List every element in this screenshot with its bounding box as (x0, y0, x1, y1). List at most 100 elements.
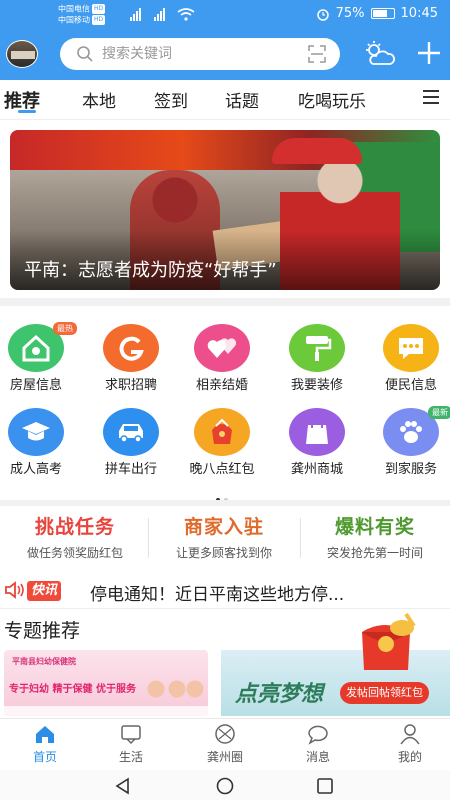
house-icon (22, 334, 50, 362)
nav-messages[interactable]: 消息 (273, 719, 363, 771)
grid-item-info[interactable]: 便民信息 (366, 324, 450, 400)
grid-label: 晚八点红包 (189, 462, 255, 477)
grid-label: 拼车出行 (104, 462, 157, 477)
nav-label: 我的 (397, 750, 422, 764)
grid-item-jobs[interactable]: 求职招聘 (86, 324, 176, 400)
card-image (144, 674, 204, 704)
nav-label: 首页 (32, 750, 57, 764)
weather-icon[interactable] (364, 40, 396, 68)
tab-local[interactable]: 本地 (82, 87, 116, 112)
news-tag: 快讯 (27, 581, 62, 601)
tab-topics[interactable]: 话题 (225, 87, 259, 112)
card-slogan: 专于妇幼 精于保健 优于服务 (9, 684, 136, 695)
promo-subtitle: 让更多顾客找到你 (175, 546, 272, 560)
hot-badge: 最热 (53, 322, 77, 335)
carrier-1: 中国电信 (58, 4, 90, 14)
back-icon[interactable] (114, 777, 132, 795)
add-icon[interactable] (414, 38, 444, 68)
news-headline: 停电通知！近日平南这些地方停... (90, 585, 345, 605)
carrier-info: 中国电信 HD 中国移动 HD (58, 4, 106, 25)
promo-tipoff[interactable]: 爆料有奖 突发抢先第一时间 (300, 512, 450, 564)
nav-label: 龚州圈 (206, 750, 243, 764)
system-nav-bar (0, 770, 450, 800)
profile-icon (400, 724, 420, 745)
nav-home[interactable]: 首页 (0, 719, 90, 771)
news-ticker[interactable]: 快讯 停电通知！近日平南这些地方停... (0, 572, 450, 610)
battery-fill (372, 10, 387, 17)
card-logo: 平南县妇幼保健院 (12, 657, 76, 666)
nav-label: 消息 (305, 750, 330, 764)
top-header: 中国电信 HD 中国移动 HD 75% 10:45 (0, 0, 450, 80)
search-icon (77, 46, 93, 62)
grid-item-adult-exam[interactable]: 成人高考 (0, 408, 81, 484)
category-tabs: 推荐 本地 签到 话题 吃喝玩乐 (0, 80, 450, 120)
promo-title: 商家入驻 (183, 516, 264, 538)
battery-icon (370, 8, 395, 19)
car-icon (119, 424, 143, 443)
alarm-icon (316, 8, 329, 21)
grid-item-carpool[interactable]: 拼车出行 (86, 408, 176, 484)
promo-challenge[interactable]: 挑战任务 做任务领奖励红包 (0, 512, 150, 564)
nav-profile[interactable]: 我的 (365, 719, 450, 771)
section-title: 专题推荐 (4, 620, 81, 642)
grid-item-red-envelope[interactable]: 晚八点红包 (177, 408, 267, 484)
scan-icon[interactable] (308, 45, 326, 63)
topic-card-hospital[interactable]: 平南县妇幼保健院 专于妇幼 精于保健 优于服务 (4, 650, 208, 716)
search-input[interactable] (102, 46, 292, 62)
shopping-bag-icon (306, 417, 328, 444)
grid-icon-bg (289, 408, 345, 456)
circle-icon (215, 724, 235, 744)
grid-label: 求职招聘 (104, 378, 157, 393)
card-footer (4, 706, 208, 716)
grid-item-renovation[interactable]: 我要装修 (272, 324, 362, 400)
grid-item-dating[interactable]: 相亲结婚 (177, 324, 267, 400)
promo-title: 挑战任务 (34, 516, 115, 538)
home-button-icon[interactable] (216, 777, 234, 795)
tab-food-fun[interactable]: 吃喝玩乐 (298, 87, 366, 112)
news-banner[interactable]: 平南：志愿者成为防疫“好帮手” (10, 130, 440, 290)
nav-life[interactable]: 生活 (86, 719, 176, 771)
promo-merchant[interactable]: 商家入驻 让更多顾客找到你 (149, 512, 299, 564)
tab-active-indicator (18, 110, 36, 113)
status-bar: 中国电信 HD 中国移动 HD 75% 10:45 (0, 0, 450, 30)
card-headline: 点亮梦想 (235, 682, 324, 707)
banner-volunteer-cap (272, 138, 362, 164)
hearts-icon (207, 338, 237, 358)
promo-title: 爆料有奖 (334, 516, 415, 538)
grid-icon-bg (383, 324, 439, 372)
paint-roller-icon (306, 336, 332, 361)
battery-percent: 75% (335, 6, 365, 21)
grid-item-housing[interactable]: 房屋信息 最热 (0, 322, 81, 400)
red-packet-icon[interactable] (354, 612, 422, 678)
divider (0, 608, 450, 609)
paw-icon (400, 421, 422, 443)
home-icon (36, 726, 54, 743)
tab-checkin[interactable]: 签到 (154, 87, 188, 112)
grid-icon-bg (194, 408, 250, 456)
network-2: HD (92, 14, 106, 25)
grid-label: 龚州商城 (290, 462, 343, 477)
red-packet-button[interactable]: 发帖回帖领红包 (340, 682, 429, 704)
search-bar[interactable] (60, 38, 340, 70)
grid-icon-bg (8, 408, 64, 456)
avatar[interactable] (6, 40, 38, 68)
grid-label: 成人高考 (9, 462, 62, 477)
menu-icon[interactable] (422, 89, 440, 105)
promo-subtitle: 做任务领奖励红包 (26, 546, 123, 560)
recents-icon[interactable] (316, 777, 334, 795)
divider (0, 500, 450, 506)
nav-circle[interactable]: 龚州圈 (180, 719, 270, 771)
promo-subtitle: 突发抢先第一时间 (326, 546, 423, 560)
grid-label: 相亲结婚 (195, 378, 248, 393)
grid-item-home-service[interactable]: 到家服务 最新 (366, 406, 450, 484)
grid-icon-bg (103, 324, 159, 372)
life-icon (121, 725, 141, 745)
bottom-nav: 首页 生活 龚州圈 消息 我的 (0, 718, 450, 770)
speaker-icon (5, 581, 24, 599)
grid-label: 房屋信息 (9, 378, 62, 393)
nav-label: 生活 (118, 750, 143, 764)
chat-icon (399, 338, 423, 359)
job-icon (119, 336, 144, 361)
grid-item-mall[interactable]: 龚州商城 (272, 408, 362, 484)
new-badge: 最新 (428, 406, 450, 419)
